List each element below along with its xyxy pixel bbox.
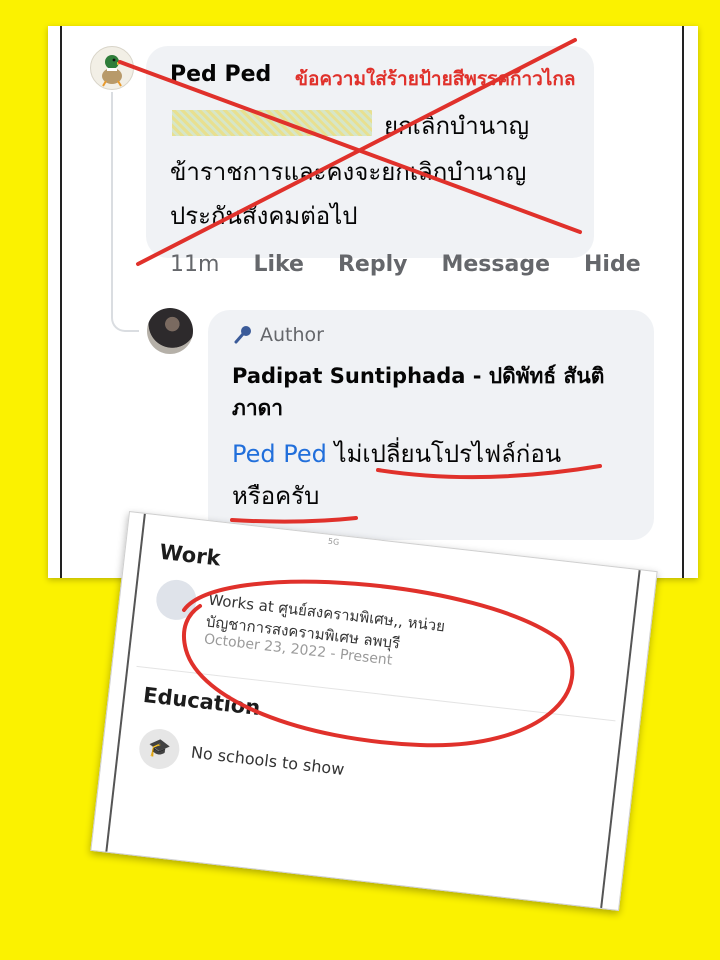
reply-text-line-1: Ped Ped ไม่เปลี่ยนโปรไฟล์ก่อน [232, 434, 561, 473]
reply-author-name-cont[interactable]: ภาดา [232, 392, 283, 425]
reply-text-line-2: หรือครับ [232, 482, 320, 510]
author-avatar-icon[interactable] [147, 308, 193, 354]
profile-screenshot-card: 5G Work Works at ศูนย์สงครามพิเศษ,, หน่ว… [90, 510, 658, 912]
message-button[interactable]: Message [441, 252, 550, 277]
frame-line-left [60, 26, 62, 578]
microphone-icon [234, 326, 251, 344]
education-heading: Education [141, 682, 262, 721]
comment-actions: 11m Like Reply Message Hide [170, 252, 641, 277]
frame-line-right [682, 26, 684, 578]
frame-line-right [600, 570, 641, 909]
comment-screenshot-card: Ped Ped ข้อความใส่ร้ายป้ายสีพรรคก้าวไกล … [48, 26, 698, 578]
reply-button[interactable]: Reply [338, 252, 408, 277]
comment-timestamp[interactable]: 11m [170, 252, 219, 277]
duck-avatar-icon[interactable] [90, 46, 134, 90]
thread-line [111, 92, 113, 317]
status-bar: 5G [327, 536, 340, 547]
reply-mention[interactable]: Ped Ped [232, 440, 327, 468]
author-badge: Author [232, 324, 324, 346]
comment-text-line-1: ยกเลิกบำนาญ [384, 112, 530, 140]
blurred-mention [172, 110, 372, 136]
comment-text-line-2: ข้าราชการและคงจะยกเลิกบำนาญ [170, 158, 527, 186]
education-text: No schools to show [190, 742, 346, 779]
reply-text-rest: ไม่เปลี่ยนโปรไฟล์ก่อน [326, 440, 562, 468]
graduation-cap-icon: 🎓 [137, 726, 182, 772]
work-heading: Work [158, 539, 222, 571]
reply-author-name[interactable]: Padipat Suntiphada - ปดิพัทธ์ สันติ [232, 360, 604, 393]
briefcase-icon [154, 577, 199, 623]
hide-button[interactable]: Hide [584, 252, 641, 277]
warning-annotation: ข้อความใส่ร้ายป้ายสีพรรคก้าวไกล [295, 68, 576, 90]
thread-connector [111, 304, 139, 332]
comment-text-line-3: ประกันสังคมต่อไป [170, 202, 358, 230]
like-button[interactable]: Like [253, 252, 304, 277]
comment-author-name[interactable]: Ped Ped [170, 62, 271, 87]
author-badge-label: Author [260, 324, 324, 346]
